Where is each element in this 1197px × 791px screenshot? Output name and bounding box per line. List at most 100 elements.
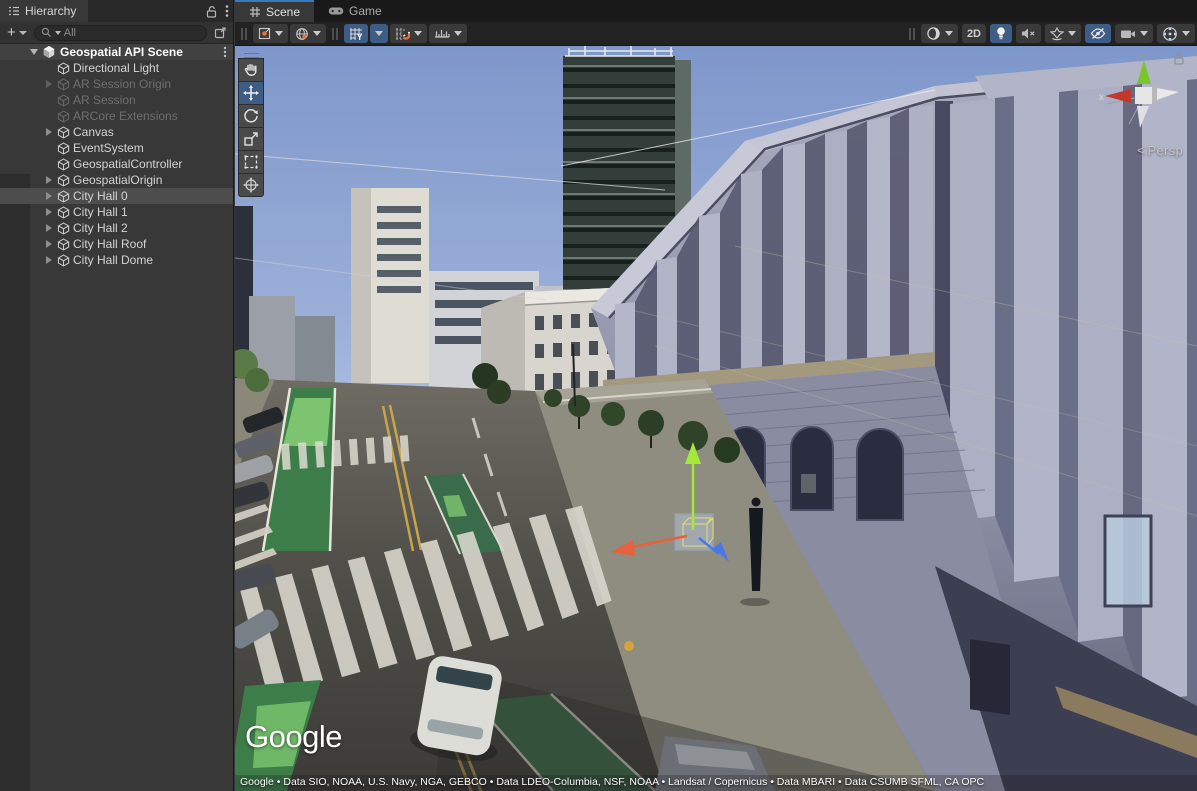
pivot-mode-button[interactable]	[253, 24, 288, 43]
unity-editor-window: Hierarchy +	[0, 0, 1197, 791]
hierarchy-item[interactable]: Directional Light	[0, 60, 233, 76]
hierarchy-item[interactable]: City Hall 1	[0, 204, 233, 220]
tab-scene[interactable]: Scene	[235, 0, 314, 22]
gameobject-cube-icon	[57, 222, 70, 235]
gameobject-cube-icon	[57, 78, 70, 91]
gizmo-neg-y-axis[interactable]	[1137, 106, 1149, 128]
scene-root-label: Geospatial API Scene	[60, 45, 183, 59]
scene-grid-icon	[249, 6, 261, 18]
transform-icon	[243, 177, 259, 193]
effects-toggle-button[interactable]	[1045, 24, 1081, 43]
scene-viewport[interactable]: y x <Persp Google Google • Data SIO, NOA…	[235, 46, 1197, 791]
grid-visibility-dropdown[interactable]	[370, 24, 388, 43]
rotate-icon	[243, 108, 259, 124]
hierarchy-toolbar: + All	[0, 22, 233, 44]
hierarchy-item[interactable]: EventSystem	[0, 140, 233, 156]
hierarchy-item[interactable]: City Hall 2	[0, 220, 233, 236]
tab-game[interactable]: Game	[314, 0, 396, 22]
scene-root-row[interactable]: Geospatial API Scene	[0, 44, 233, 60]
transform-tool[interactable]	[238, 173, 264, 197]
chevron-down-icon	[375, 31, 383, 36]
hierarchy-item[interactable]: City Hall Dome	[0, 252, 233, 268]
unlock-icon[interactable]	[206, 5, 217, 18]
orientation-mode-button[interactable]	[290, 24, 326, 43]
foldout-open-icon[interactable]	[30, 49, 38, 55]
view-hand-tool[interactable]	[238, 58, 264, 82]
move-icon	[243, 85, 259, 101]
snap-settings-button[interactable]	[390, 24, 427, 43]
chevron-down-icon	[945, 31, 953, 36]
foldout-closed-icon[interactable]	[46, 224, 52, 232]
gizmos-toggle-button[interactable]	[1157, 24, 1195, 43]
speaker-muted-icon	[1021, 27, 1036, 40]
overlay-drag-handle[interactable]	[332, 28, 338, 40]
foldout-closed-icon[interactable]	[46, 208, 52, 216]
gizmo-neg-x-axis[interactable]	[1157, 88, 1179, 100]
hierarchy-item-label: Canvas	[73, 125, 114, 139]
tools-overlay	[238, 52, 265, 197]
kebab-menu-icon[interactable]	[225, 4, 229, 18]
overlay-drag-handle[interactable]	[909, 28, 915, 40]
projection-label[interactable]: <Persp	[1137, 142, 1183, 158]
gameobject-cube-icon	[57, 62, 70, 75]
hierarchy-item-label: GeospatialController	[73, 157, 182, 171]
hierarchy-tree: Geospatial API Scene Directional Light A…	[0, 44, 233, 791]
game-tab-label: Game	[349, 4, 382, 18]
foldout-closed-icon[interactable]	[46, 256, 52, 264]
chevron-down-icon	[275, 31, 283, 36]
chevron-down-icon	[313, 31, 321, 36]
snap-magnet-icon	[395, 27, 410, 41]
light-bulb-icon	[995, 26, 1007, 41]
hierarchy-item-label: EventSystem	[73, 141, 144, 155]
scene-lighting-button[interactable]	[990, 24, 1012, 43]
gameobject-cube-icon	[57, 94, 70, 107]
scene-toolbar: Y	[235, 22, 1197, 46]
hierarchy-item[interactable]: AR Session Origin	[0, 76, 233, 92]
hierarchy-item-label: City Hall 2	[73, 221, 128, 235]
tab-hierarchy[interactable]: Hierarchy	[0, 0, 88, 22]
foldout-closed-icon[interactable]	[46, 240, 52, 248]
create-object-label: +	[7, 24, 16, 41]
scene-kebab-icon[interactable]	[223, 46, 227, 58]
snap-increment-button[interactable]	[429, 24, 467, 43]
rotate-tool[interactable]	[238, 104, 264, 128]
gizmo-x-axis[interactable]	[1105, 89, 1131, 103]
shaded-sphere-icon	[926, 26, 941, 41]
audio-mute-button[interactable]	[1016, 24, 1041, 43]
unity-scene-icon	[42, 45, 56, 59]
overlay-drag-handle[interactable]	[241, 28, 247, 40]
foldout-closed-icon[interactable]	[46, 192, 52, 200]
chevron-down-icon	[1182, 31, 1190, 36]
hierarchy-search-input[interactable]: All	[34, 25, 207, 41]
grid-visibility-button[interactable]: Y	[344, 24, 368, 43]
move-tool[interactable]	[238, 81, 264, 105]
chevron-down-icon	[414, 31, 422, 36]
hierarchy-item[interactable]: Canvas	[0, 124, 233, 140]
gizmo-cube[interactable]	[1135, 87, 1152, 104]
rect-tool[interactable]	[238, 150, 264, 174]
hierarchy-item[interactable]: GeospatialOrigin	[0, 172, 233, 188]
scene-visibility-button[interactable]	[1085, 24, 1111, 43]
hierarchy-item[interactable]: GeospatialController	[0, 156, 233, 172]
hierarchy-item[interactable]: ARCore Extensions	[0, 108, 233, 124]
gizmo-y-axis[interactable]	[1137, 60, 1151, 84]
gizmo-compass-icon	[1162, 26, 1178, 42]
foldout-closed-icon[interactable]	[46, 80, 52, 88]
gameobject-cube-icon	[57, 142, 70, 155]
create-object-button[interactable]: +	[4, 24, 30, 41]
2d-mode-button[interactable]: 2D	[962, 24, 986, 43]
scene-camera-button[interactable]	[1115, 24, 1153, 43]
camera-icon	[1120, 28, 1136, 40]
gizmo-y-label: y	[1141, 52, 1146, 61]
scale-tool[interactable]	[238, 127, 264, 151]
hierarchy-item[interactable]: City Hall 0	[0, 188, 233, 204]
hierarchy-item[interactable]: City Hall Roof	[0, 236, 233, 252]
hierarchy-item-label: AR Session	[73, 93, 136, 107]
foldout-closed-icon[interactable]	[46, 128, 52, 136]
hierarchy-item[interactable]: AR Session	[0, 92, 233, 108]
draw-mode-button[interactable]	[921, 24, 958, 43]
foldout-closed-icon[interactable]	[46, 176, 52, 184]
window-picker-button[interactable]	[211, 26, 229, 39]
picker-icon	[214, 26, 227, 39]
hand-icon	[243, 62, 259, 78]
